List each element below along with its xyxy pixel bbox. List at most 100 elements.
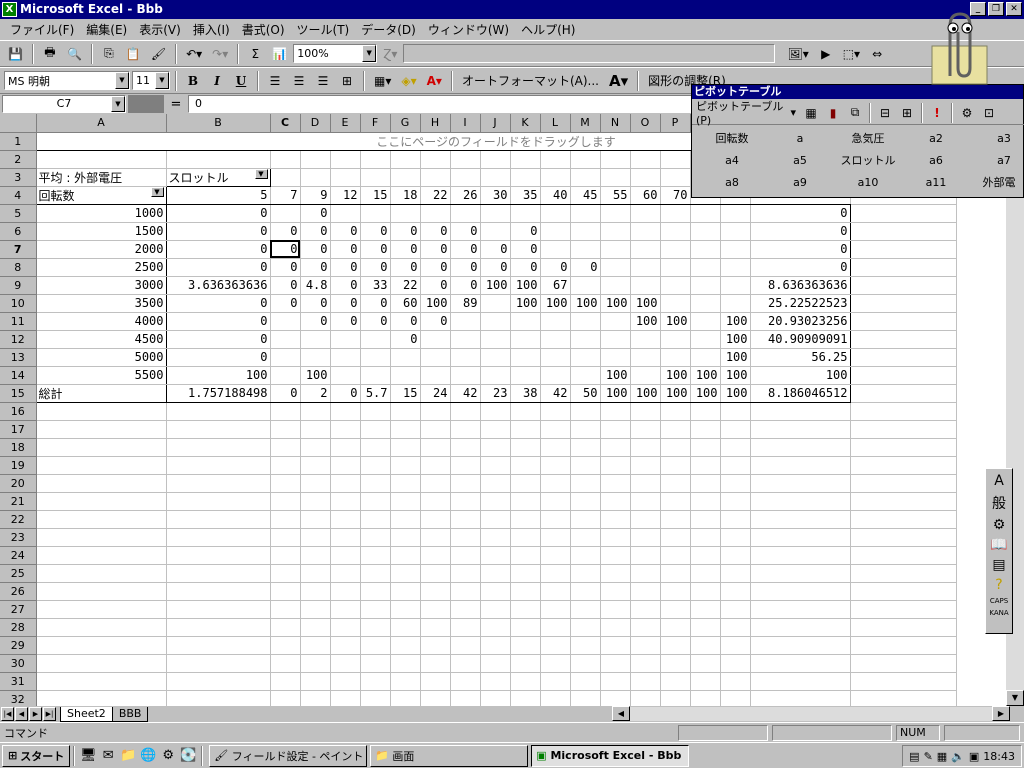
cell[interactable]	[600, 456, 631, 475]
cell[interactable]	[630, 150, 661, 169]
data-cell[interactable]	[450, 204, 481, 223]
font-size-large-icon[interactable]: A▾	[605, 70, 632, 92]
cell[interactable]	[850, 690, 957, 706]
data-cell[interactable]: 0	[166, 294, 271, 313]
column-item-header[interactable]: 35	[510, 186, 541, 205]
data-cell[interactable]	[330, 366, 361, 385]
cell[interactable]	[390, 474, 421, 493]
row-header[interactable]: 28	[0, 618, 37, 637]
cell[interactable]	[750, 636, 851, 655]
cell[interactable]	[270, 510, 301, 529]
data-cell[interactable]	[510, 366, 541, 385]
tray-icon-1[interactable]: ▤	[909, 750, 919, 763]
row-header[interactable]: 21	[0, 492, 37, 511]
data-cell[interactable]	[630, 240, 661, 259]
data-cell[interactable]: 0	[570, 258, 601, 277]
ime-help-icon[interactable]: ?	[995, 577, 1002, 593]
close-button[interactable]: ✕	[1006, 2, 1022, 16]
cell[interactable]	[850, 474, 957, 493]
row-header[interactable]: 7	[0, 240, 37, 259]
row-header[interactable]: 5	[0, 204, 37, 223]
cell[interactable]	[850, 330, 957, 349]
cell[interactable]	[660, 420, 691, 439]
data-cell[interactable]: 0	[300, 258, 331, 277]
row-header[interactable]: 25	[0, 564, 37, 583]
cell[interactable]	[36, 636, 167, 655]
cell[interactable]	[420, 438, 451, 457]
column-item-header[interactable]: 45	[570, 186, 601, 205]
cell[interactable]	[690, 618, 721, 637]
refresh-data-icon[interactable]: !	[926, 102, 948, 124]
data-cell[interactable]	[510, 312, 541, 331]
data-cell[interactable]: 0	[510, 240, 541, 259]
data-cell[interactable]: 0	[330, 240, 361, 259]
data-cell[interactable]: 0	[166, 204, 271, 223]
pivot-menu-button[interactable]: ピボットテーブル(P) ▾	[692, 100, 800, 127]
font-size-select[interactable]: 11 ▼	[132, 71, 170, 90]
cell[interactable]	[660, 600, 691, 619]
pivot-column-field-throttle[interactable]: スロットル ▼	[165, 167, 271, 187]
cell[interactable]	[270, 636, 301, 655]
row-item-label[interactable]: 1000	[35, 204, 167, 223]
cell[interactable]	[36, 492, 167, 511]
row-header[interactable]: 32	[0, 690, 37, 706]
grand-total-cell[interactable]: 100	[630, 383, 661, 403]
data-cell[interactable]: 0	[480, 258, 511, 277]
cell[interactable]	[420, 402, 451, 421]
cell[interactable]	[390, 420, 421, 439]
pivot-field-throttle[interactable]: スロットル	[838, 151, 898, 171]
data-cell[interactable]: 100	[690, 366, 721, 385]
cell[interactable]	[540, 438, 571, 457]
cell[interactable]	[540, 150, 571, 169]
data-cell[interactable]: 0	[450, 222, 481, 241]
data-cell[interactable]	[660, 330, 691, 349]
cell[interactable]	[600, 654, 631, 673]
cell[interactable]	[330, 654, 361, 673]
cell[interactable]	[660, 672, 691, 691]
cell[interactable]	[360, 636, 391, 655]
data-cell[interactable]	[450, 348, 481, 367]
cell[interactable]	[36, 618, 167, 637]
cell[interactable]	[300, 672, 331, 691]
cell[interactable]	[660, 150, 691, 169]
data-cell[interactable]	[270, 366, 301, 385]
cell[interactable]	[420, 510, 451, 529]
cell[interactable]	[600, 492, 631, 511]
column-header-b[interactable]: B	[166, 114, 271, 133]
quicklaunch-drive-icon[interactable]: 💽	[179, 747, 197, 765]
cell[interactable]	[510, 474, 541, 493]
data-cell[interactable]: 100	[300, 366, 331, 385]
data-cell[interactable]	[480, 222, 511, 241]
cell[interactable]	[690, 546, 721, 565]
cell[interactable]	[300, 546, 331, 565]
data-cell[interactable]: 100	[720, 312, 751, 331]
clock[interactable]: 18:43	[983, 750, 1015, 763]
cell[interactable]	[540, 474, 571, 493]
cell[interactable]	[510, 546, 541, 565]
cell[interactable]	[850, 492, 957, 511]
cell[interactable]	[690, 438, 721, 457]
data-cell[interactable]	[420, 366, 451, 385]
cell[interactable]	[270, 402, 301, 421]
scroll-down-icon[interactable]: ▼	[1006, 690, 1024, 706]
cell[interactable]	[660, 456, 691, 475]
align-left-icon[interactable]: ☰	[264, 70, 286, 92]
cell[interactable]	[720, 438, 751, 457]
cell[interactable]	[850, 654, 957, 673]
cell[interactable]	[360, 150, 391, 169]
data-cell[interactable]	[690, 258, 721, 277]
chevron-down-icon[interactable]: ▼	[155, 72, 169, 89]
cell[interactable]	[570, 528, 601, 547]
cell[interactable]	[36, 672, 167, 691]
align-right-icon[interactable]: ☰	[312, 70, 334, 92]
column-header-d[interactable]: D	[300, 114, 331, 133]
cell[interactable]	[480, 546, 511, 565]
cell[interactable]	[720, 402, 751, 421]
chevron-down-icon[interactable]: ▼	[254, 169, 268, 179]
cell[interactable]	[570, 492, 601, 511]
cell[interactable]	[660, 402, 691, 421]
cell[interactable]	[570, 456, 601, 475]
cell[interactable]	[600, 150, 631, 169]
cell[interactable]	[540, 636, 571, 655]
cell[interactable]	[660, 618, 691, 637]
